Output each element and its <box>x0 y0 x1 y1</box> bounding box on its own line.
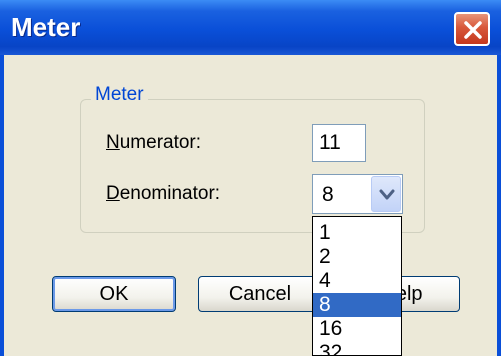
dropdown-option-16[interactable]: 16 <box>313 317 401 341</box>
window-frame-left <box>0 55 4 356</box>
close-button[interactable] <box>454 12 490 46</box>
dropdown-option-8-selected[interactable]: 8 <box>313 293 401 317</box>
cancel-button[interactable]: Cancel <box>198 276 322 312</box>
groupbox-label: Meter <box>91 84 148 106</box>
denominator-label: Denominator: <box>106 183 220 205</box>
numerator-input[interactable]: 11 <box>312 124 366 162</box>
window-title: Meter <box>11 12 81 42</box>
numerator-label-accel: N <box>106 132 120 153</box>
denominator-combobox[interactable]: 8 <box>312 174 403 214</box>
denominator-value: 8 <box>322 183 334 206</box>
close-icon <box>464 21 482 39</box>
meter-dialog: Meter Meter Numerator: 11 Denominator: 8… <box>0 0 501 356</box>
dropdown-option-32[interactable]: 32 <box>313 341 401 355</box>
numerator-label-rest: umerator: <box>119 132 202 153</box>
ok-button[interactable]: OK <box>52 276 176 312</box>
title-bar[interactable]: Meter <box>0 0 501 55</box>
window-frame-right <box>497 55 501 356</box>
dropdown-option-1[interactable]: 1 <box>313 221 401 245</box>
denominator-label-accel: D <box>106 183 120 204</box>
dropdown-option-4[interactable]: 4 <box>313 269 401 293</box>
denominator-dropdown-button[interactable] <box>371 176 401 212</box>
chevron-down-icon <box>379 189 395 200</box>
numerator-label: Numerator: <box>106 132 201 154</box>
denominator-dropdown-list[interactable]: 1 2 4 8 16 32 <box>312 216 402 356</box>
denominator-label-rest: enominator: <box>119 183 221 204</box>
dropdown-option-2[interactable]: 2 <box>313 245 401 269</box>
